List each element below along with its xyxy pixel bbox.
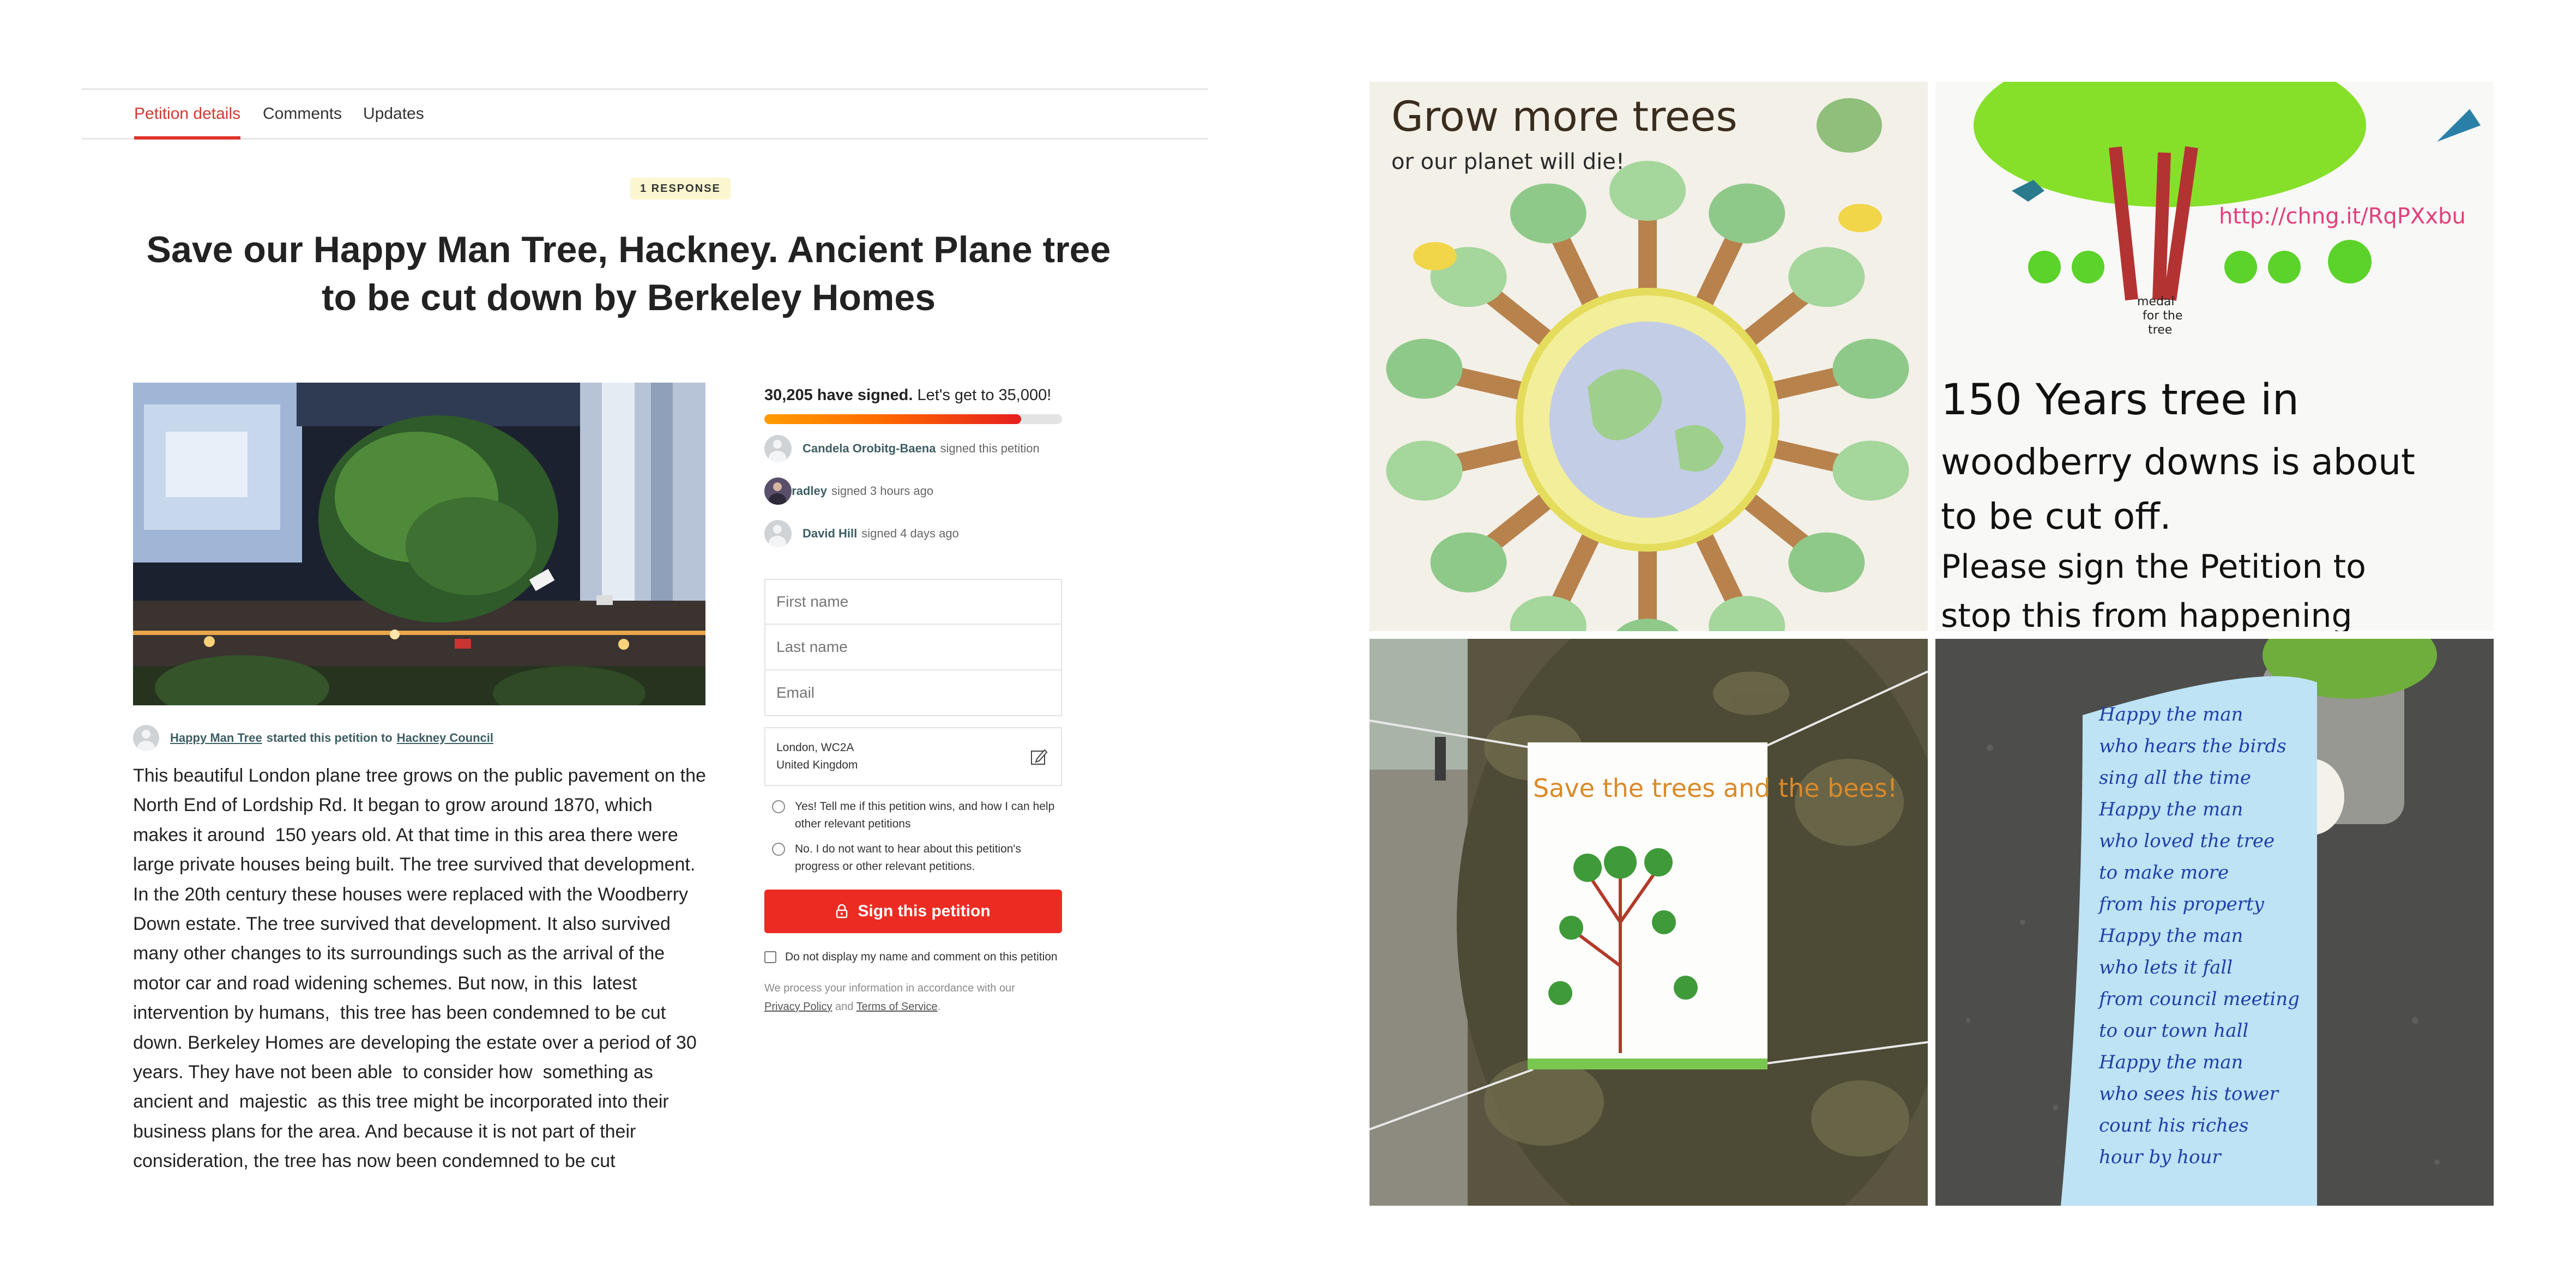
- drawing-subheading: or our planet will die!: [1391, 149, 1625, 174]
- location-line-1: London, WC2A: [776, 741, 854, 754]
- poster-on-tree-photo: Save the trees and the bees!: [1370, 639, 1928, 1206]
- petition-tabs: Petition details Comments Updates: [82, 88, 1208, 140]
- starter-name-link[interactable]: Happy Man Tree: [170, 731, 262, 745]
- signature-progress-bar: [764, 414, 1062, 424]
- signer-row: Ali Bradley signed 3 hours ago: [764, 470, 1062, 512]
- drawing-crown: [1832, 440, 1909, 501]
- scroll-line: who sees his tower: [2099, 1083, 2279, 1105]
- signature-count: 30,205 have signed. Let's get to 35,000!: [764, 383, 1062, 408]
- scroll-line: sing all the time: [2099, 767, 2251, 789]
- sign-button-label: Sign this petition: [858, 902, 991, 920]
- handwritten-scroll-photo: Happy the man who hears the birds sing all…: [1935, 639, 2494, 1206]
- starter-avatar: [133, 725, 159, 751]
- drawing-heading: Grow more trees: [1391, 92, 1738, 141]
- location-box: London, WC2A United Kingdom: [764, 727, 1062, 786]
- recent-signers: Candela Orobitg-Baena signed this petiti…: [764, 427, 1062, 555]
- petition-panel: Petition details Comments Updates 1 RESP…: [82, 82, 1208, 1226]
- scroll-line: Happy the man: [2098, 799, 2243, 820]
- drawing-crown: [1510, 183, 1586, 244]
- drawing-crown: [1430, 532, 1507, 592]
- scroll-line: who hears the birds: [2099, 735, 2287, 757]
- scroll-line: from his property: [2097, 893, 2265, 915]
- drawing-medal-text: medal: [2137, 295, 2175, 309]
- notice-line: to be cut off.: [1941, 495, 2171, 537]
- signature-goal-label: Let's get to 35,000!: [917, 386, 1052, 404]
- poster-slogan: Save the trees and the bees!: [1533, 773, 1897, 803]
- drawing-medal-text: tree: [2148, 323, 2172, 337]
- signer-row: Candela Orobitg-Baena signed this petiti…: [764, 427, 1062, 470]
- signer-avatar: [764, 435, 792, 462]
- tab-comments[interactable]: Comments: [263, 90, 342, 138]
- opt-out-radio[interactable]: [772, 843, 785, 856]
- hide-name-option[interactable]: Do not display my name and comment on th…: [764, 948, 1062, 966]
- opt-in-option[interactable]: Yes! Tell me if this petition wins, and …: [764, 798, 1062, 833]
- opt-out-label: No. I do not want to hear about this pet…: [795, 843, 1021, 873]
- signer-status: signed 4 days ago: [861, 527, 959, 540]
- drawing-crown: [1386, 440, 1463, 501]
- scroll-line: count his riches: [2099, 1115, 2248, 1136]
- location-line-2: United Kingdom: [776, 759, 858, 771]
- scroll-line: Happy the man: [2098, 925, 2243, 947]
- drawing-crown: [1709, 183, 1785, 244]
- opt-in-label: Yes! Tell me if this petition wins, and …: [795, 800, 1055, 830]
- response-badge: 1 RESPONSE: [630, 178, 731, 199]
- notice-line: 150 Years tree in: [1941, 376, 2299, 425]
- drawing-medal-text: for the: [2143, 309, 2182, 323]
- privacy-notice: We process your information in accordanc…: [764, 982, 1015, 1013]
- drawing-crown: [1788, 247, 1865, 307]
- signer-avatar: [764, 477, 792, 505]
- signed-count-label: 30,205 have signed.: [764, 386, 913, 404]
- drawing-crown: [1832, 338, 1909, 399]
- drawing-crown: [1788, 532, 1865, 592]
- signer-avatar: [764, 520, 792, 547]
- scroll-line: who loved the tree: [2099, 830, 2275, 852]
- scroll-line: to our town hall: [2099, 1020, 2248, 1042]
- scroll-line: Happy the man: [2098, 704, 2243, 725]
- petition-description: This beautiful London plane tree grows o…: [133, 765, 711, 1172]
- hide-name-label: Do not display my name and comment on th…: [785, 951, 1058, 963]
- terms-of-service-link[interactable]: Terms of Service: [856, 1001, 938, 1013]
- starter-action: started this petition to: [266, 731, 393, 745]
- privacy-and: and: [835, 1001, 854, 1013]
- edit-location-icon[interactable]: [1029, 747, 1049, 766]
- tab-updates[interactable]: Updates: [363, 90, 424, 138]
- notice-line: stop this from happening: [1941, 597, 2352, 631]
- signature-progress-fill: [764, 414, 1022, 424]
- scroll-line: who lets it fall: [2099, 957, 2233, 978]
- tab-petition-details[interactable]: Petition details: [134, 90, 241, 140]
- scroll-line: from council meeting: [2097, 988, 2300, 1010]
- signer-status: signed 3 hours ago: [831, 484, 934, 498]
- petition-target-link[interactable]: Hackney Council: [397, 731, 493, 745]
- drawing-150-years-tree: http://chng.it/RqPXxbu medal for the tre…: [1935, 82, 2494, 631]
- signer-name: Candela Orobitg-Baena: [803, 442, 936, 455]
- signer-status: signed this petition: [940, 442, 1040, 455]
- signer-name: David Hill: [803, 527, 858, 540]
- drawing-crown: [1386, 338, 1463, 399]
- privacy-policy-link[interactable]: Privacy Policy: [764, 1001, 832, 1013]
- sign-form-fields: [764, 579, 1062, 716]
- scroll-line: hour by hour: [2099, 1146, 2222, 1168]
- last-name-field[interactable]: [764, 625, 1062, 670]
- petition-title: Save our Happy Man Tree, Hackney. Ancien…: [146, 229, 1111, 318]
- signer-row: David Hill signed 4 days ago: [764, 512, 1062, 555]
- first-name-field[interactable]: [764, 579, 1062, 625]
- drawing-crown: [1609, 161, 1686, 221]
- privacy-prefix: We process your information in accordanc…: [764, 982, 1015, 994]
- hide-name-checkbox[interactable]: [764, 951, 776, 963]
- email-field[interactable]: [764, 670, 1062, 716]
- drawing-grow-more-trees: Grow more trees or our planet will die!: [1370, 82, 1928, 631]
- scroll-line: Happy the man: [2098, 1051, 2243, 1073]
- scroll-line: to make more: [2099, 862, 2229, 884]
- notice-line: woodberry downs is about: [1941, 441, 2415, 483]
- notice-line: Please sign the Petition to: [1941, 548, 2366, 586]
- opt-out-option[interactable]: No. I do not want to hear about this pet…: [764, 840, 1062, 875]
- petition-short-url: http://chng.it/RqPXxbu: [2219, 204, 2466, 229]
- sign-petition-button[interactable]: Sign this petition: [764, 890, 1062, 933]
- sign-panel: 30,205 have signed. Let's get to 35,000!…: [764, 383, 1062, 1016]
- petition-starter: Happy Man Tree started this petition to …: [133, 724, 493, 752]
- lock-icon: [836, 904, 848, 918]
- opt-in-radio[interactable]: [772, 800, 785, 813]
- petition-hero-image: [133, 383, 705, 705]
